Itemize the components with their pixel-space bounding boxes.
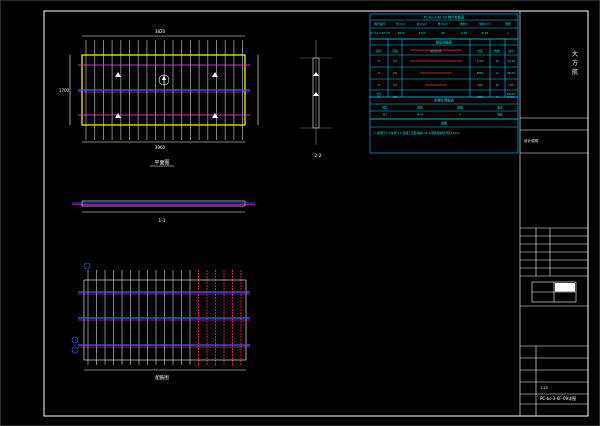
table-cell: 直径 bbox=[392, 49, 398, 53]
table-cell: ③ bbox=[378, 83, 381, 87]
table-cell: 数量 bbox=[505, 22, 511, 26]
section-1-1-label: 1-1 bbox=[158, 218, 165, 224]
table-cell: 3.20 bbox=[508, 83, 514, 87]
outer-frame bbox=[0, 0, 600, 426]
lifting-point-icon bbox=[115, 72, 121, 77]
table-cell: 1 bbox=[507, 31, 509, 35]
table-cell: 数量 bbox=[457, 106, 463, 110]
scale-label: 1:25 bbox=[540, 386, 548, 390]
table-cell: 编号 bbox=[376, 49, 382, 53]
table-cell: 4 bbox=[459, 113, 461, 117]
table-cell: 宽(mm) bbox=[417, 22, 427, 26]
table-cell: 0.95 bbox=[461, 31, 467, 35]
table-cell: ① bbox=[378, 59, 381, 63]
section-1-1-view: 1-1 bbox=[72, 200, 255, 224]
lifting-point-icon bbox=[212, 72, 218, 77]
table-cell: Φ14 bbox=[417, 113, 423, 117]
plan-view: 3820 3960 1700 平面图 bbox=[59, 29, 259, 167]
title-block-fill bbox=[555, 283, 575, 292]
table-cell: 构件编号 bbox=[374, 22, 385, 26]
design-note-label: 设计说明 bbox=[524, 138, 538, 143]
table-rebar-title: 钢筋明细表 bbox=[436, 40, 453, 45]
table-cell: 合计 bbox=[376, 92, 382, 96]
table-bottom-note: 1.本图尺寸以毫米计 2.混凝土强度等级C30 3.钢筋保护层厚度15mm bbox=[374, 131, 460, 135]
table-cell: 60 bbox=[441, 31, 445, 35]
table-cell: 12 bbox=[495, 71, 499, 75]
table-cell: 长度 bbox=[477, 49, 483, 53]
table-cell: 总长 bbox=[508, 49, 514, 53]
lifting-point-icon bbox=[115, 113, 121, 118]
table-cell: M1 bbox=[383, 113, 387, 117]
table-cell: 1760 bbox=[476, 59, 483, 63]
table-cell: 46.56 bbox=[507, 71, 515, 75]
table-cell: 200 bbox=[477, 83, 483, 87]
section-2-2-view: 2-2 bbox=[300, 40, 332, 159]
table-cell: C8 bbox=[393, 71, 397, 75]
table-cell: 3820 bbox=[397, 31, 404, 35]
table-cell: 16 bbox=[495, 83, 499, 87]
rebar-layout-view: 配筋图 bbox=[71, 262, 250, 381]
table-cell: 规格 bbox=[417, 106, 423, 110]
table-cell: 8 bbox=[496, 95, 498, 99]
table-cell: 33.44 bbox=[507, 59, 515, 63]
table-cell: 编号 bbox=[382, 106, 388, 110]
cad-drawing-canvas[interactable]: 3820 3960 1700 平面图 2-2 1-1 配筋图 PC-bs-3-6… bbox=[0, 0, 600, 426]
table-cell: 数量 bbox=[494, 49, 500, 53]
lifting-point-icon bbox=[212, 113, 218, 118]
table-cell: 300 bbox=[477, 95, 483, 99]
table-cell: C8 bbox=[393, 83, 397, 87]
table-cell: 3880 bbox=[476, 71, 483, 75]
plan-view-label: 平面图 bbox=[154, 160, 169, 166]
section-2-2-label: 2-2 bbox=[314, 153, 321, 159]
table-bottom-title: 说明 bbox=[441, 121, 448, 126]
table-mid-title: 预埋件明细表 bbox=[434, 98, 454, 103]
table-cell: 1700 bbox=[418, 31, 425, 35]
table-top-title: PC-bs-3-6F-09 构件参数表 bbox=[424, 15, 465, 20]
rebar-view-label: 配筋图 bbox=[155, 374, 169, 381]
plan-dim-side: 1700 bbox=[59, 88, 70, 93]
project-label: 大方航 bbox=[572, 50, 578, 76]
table-cell: ② bbox=[378, 71, 381, 75]
table-cell: 0.38 bbox=[482, 31, 488, 35]
table-cell: C8 bbox=[393, 59, 397, 63]
table-cell: 吊装 bbox=[497, 113, 503, 117]
table-cell: 厚(mm) bbox=[438, 22, 448, 26]
table-cell: 85.60 bbox=[507, 92, 515, 96]
table-cell: 19 bbox=[495, 59, 499, 63]
plan-dim-bottom: 3960 bbox=[155, 145, 166, 150]
table-cell: 长(mm) bbox=[396, 22, 406, 26]
table-cell: 体积(m³) bbox=[479, 22, 491, 26]
drawing-number: PC-bs-3-6F-09详图 bbox=[540, 395, 576, 401]
plan-dim-top: 3820 bbox=[155, 29, 166, 34]
table-cell: PC-bs-3-6F-09 bbox=[370, 31, 390, 35]
table-cell: 备注 bbox=[497, 106, 503, 110]
table-cell: C8 bbox=[393, 95, 397, 99]
north-arrow-icon bbox=[158, 74, 170, 86]
table-cell: 重量(t) bbox=[460, 22, 469, 26]
